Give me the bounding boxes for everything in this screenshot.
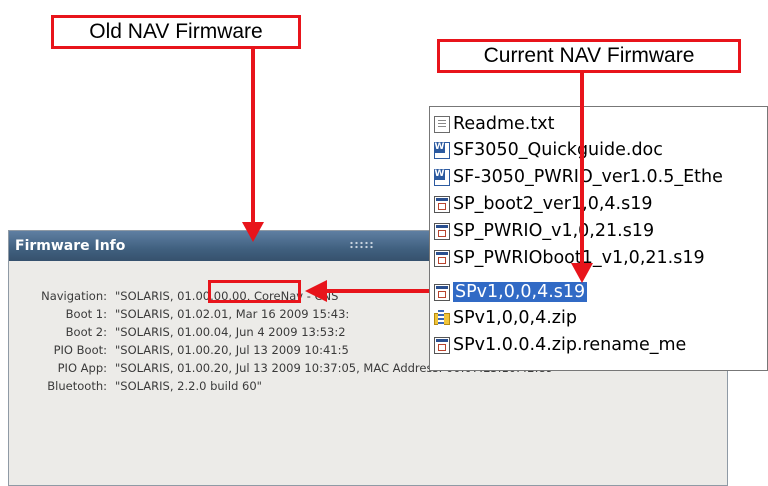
s19-file-icon [434, 249, 450, 267]
firmware-row-value: "SOLARIS, 01.00.20, Jul 13 2009 10:41:5 [115, 343, 349, 357]
firmware-row-value: "SOLARIS, 2.2.0 build 60" [115, 379, 262, 393]
file-name: SP_PWRIO_v1,0,21.s19 [453, 221, 655, 241]
file-item-quickguide[interactable]: SF3050_Quickguide.doc [434, 137, 663, 163]
file-item-pwrio-doc[interactable]: SF-3050_PWRIO_ver1.0.5_Ethe [434, 164, 723, 190]
firmware-row-label: PIO App: [57, 361, 107, 375]
panel-title: Firmware Info [15, 238, 126, 254]
old-firmware-arrow [242, 49, 264, 242]
firmware-row-label: Boot 1: [65, 307, 107, 321]
file-name: SP_PWRIOboot1_v1,0,21.s19 [453, 248, 705, 268]
file-item-rename-me[interactable]: SPv1.0.0.4.zip.rename_me [434, 332, 686, 358]
firmware-row-value: "SOLARIS, 01.00.04, Jun 4 2009 13:53:2 [115, 325, 346, 339]
s19-file-icon [434, 195, 450, 213]
file-item-boot2[interactable]: SP_boot2_ver1,0,4.s19 [434, 191, 652, 217]
old-version-highlight [208, 280, 301, 303]
current-nav-firmware-callout: Current NAV Firmware [437, 39, 741, 73]
file-name: Readme.txt [453, 114, 555, 134]
file-item-pwrioboot1[interactable]: SP_PWRIOboot1_v1,0,21.s19 [434, 245, 705, 271]
firmware-row-label: PIO Boot: [53, 343, 107, 357]
drag-grip-icon[interactable] [349, 241, 375, 249]
s19-file-icon [434, 283, 450, 301]
word-document-icon [434, 168, 450, 186]
file-item-pwrio[interactable]: SP_PWRIO_v1,0,21.s19 [434, 218, 654, 244]
s19-file-icon [434, 222, 450, 240]
firmware-row-label: Navigation: [41, 289, 107, 303]
old-nav-firmware-callout: Old NAV Firmware [51, 15, 301, 49]
file-name: SPv1,0,0,4.s19 [453, 282, 588, 302]
file-name: SF-3050_PWRIO_ver1.0.5_Ethe [453, 167, 723, 187]
firmware-row-label: Bluetooth: [47, 379, 107, 393]
file-item-spv-s19[interactable]: SPv1,0,0,4.s19 [434, 279, 588, 305]
file-name: SPv1.0.0.4.zip.rename_me [453, 335, 687, 355]
file-item-readme[interactable]: Readme.txt [434, 111, 554, 137]
file-name: SPv1,0,0,4.zip [453, 308, 577, 328]
word-document-icon [434, 141, 450, 159]
s19-file-icon [434, 336, 450, 354]
firmware-row-label: Boot 2: [65, 325, 107, 339]
file-item-spv-zip[interactable]: SPv1,0,0,4.zip [434, 305, 577, 331]
zip-folder-icon [434, 309, 450, 327]
file-name: SP_boot2_ver1,0,4.s19 [453, 194, 653, 214]
file-list: Readme.txt SF3050_Quickguide.doc SF-3050… [429, 106, 768, 371]
firmware-row-value: "SOLARIS, 01.02.01, Mar 16 2009 15:43: [115, 307, 350, 321]
text-file-icon [434, 115, 450, 133]
file-name: SF3050_Quickguide.doc [453, 140, 663, 160]
